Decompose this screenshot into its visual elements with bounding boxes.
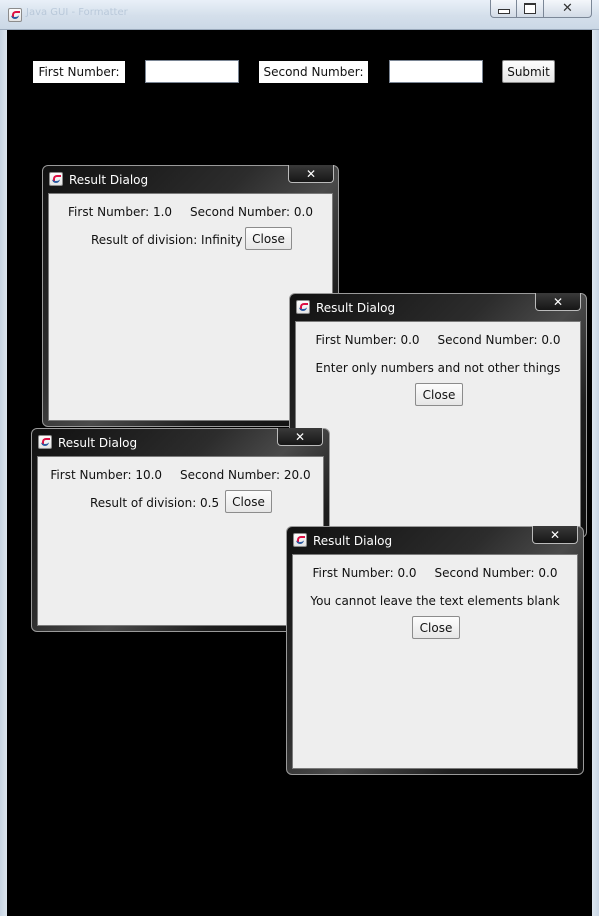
- window-title: Java GUI - Formatter: [26, 7, 128, 18]
- result-text: Result of division: 0.5: [90, 496, 220, 510]
- maximize-icon: [524, 3, 536, 14]
- window-close-button[interactable]: ✕: [544, 0, 592, 18]
- dialog-close-x-button[interactable]: ✕: [277, 428, 323, 446]
- close-button[interactable]: Close: [225, 490, 272, 513]
- first-number-text: First Number: 1.0: [68, 205, 173, 219]
- second-number-label: Second Number:: [259, 61, 368, 83]
- second-number-text: Second Number: 0.0: [434, 566, 558, 580]
- java-app-icon: [49, 172, 63, 186]
- window-controls: ✕: [490, 0, 592, 20]
- dialog-close-x-button[interactable]: ✕: [288, 165, 334, 183]
- second-number-text: Second Number: 20.0: [180, 468, 311, 482]
- dialog-title: Result Dialog: [316, 301, 396, 315]
- close-icon: ✕: [294, 429, 306, 444]
- error-message: Enter only numbers and not other things: [315, 361, 561, 375]
- dialog-content: First Number: 0.0 Second Number: 0.0 You …: [292, 554, 578, 769]
- submit-button[interactable]: Submit: [502, 60, 555, 83]
- close-icon: ✕: [305, 166, 317, 181]
- java-app-icon: [8, 8, 22, 22]
- second-number-text: Second Number: 0.0: [437, 333, 561, 347]
- first-number-label: First Number:: [33, 61, 125, 83]
- dialog-title: Result Dialog: [69, 173, 149, 187]
- java-app-icon: [293, 533, 307, 547]
- close-button[interactable]: Close: [415, 383, 463, 406]
- second-number-text: Second Number: 0.0: [190, 205, 313, 219]
- result-text: Result of division: Infinity: [91, 233, 243, 247]
- dialog-numbers-row: First Number: 10.0 Second Number: 20.0: [38, 468, 323, 482]
- dialog-title: Result Dialog: [58, 436, 138, 450]
- dialog-content: First Number: 10.0 Second Number: 20.0 Re…: [37, 456, 324, 626]
- dialog-numbers-row: First Number: 0.0 Second Number: 0.0: [296, 333, 580, 347]
- window-frame-left: [0, 30, 7, 916]
- java-app-icon: [38, 435, 52, 449]
- first-number-text: First Number: 0.0: [315, 333, 420, 347]
- minimize-button[interactable]: [490, 0, 517, 18]
- close-icon: ✕: [549, 527, 561, 542]
- first-number-text: First Number: 0.0: [312, 566, 417, 580]
- close-button[interactable]: Close: [412, 616, 460, 639]
- close-button[interactable]: Close: [245, 227, 292, 250]
- close-icon: ✕: [562, 1, 573, 16]
- second-number-input[interactable]: [389, 60, 483, 83]
- result-dialog-invalid-input[interactable]: Result Dialog ✕ First Number: 0.0 Second …: [289, 293, 587, 538]
- window-titlebar[interactable]: Java GUI - Formatter ✕: [0, 0, 599, 30]
- dialog-close-x-button[interactable]: ✕: [535, 293, 581, 311]
- maximize-button[interactable]: [517, 0, 544, 18]
- result-dialog-blank-input[interactable]: Result Dialog ✕ First Number: 0.0 Second …: [286, 526, 584, 775]
- error-message: You cannot leave the text elements blank: [310, 594, 560, 608]
- dialog-content: First Number: 0.0 Second Number: 0.0 Ente…: [295, 321, 581, 532]
- close-icon: ✕: [552, 294, 564, 309]
- dialog-numbers-row: First Number: 0.0 Second Number: 0.0: [293, 566, 577, 580]
- dialog-numbers-row: First Number: 1.0 Second Number: 0.0: [49, 205, 332, 219]
- minimize-icon: [497, 9, 510, 14]
- window-frame-right: [592, 30, 599, 916]
- dialog-close-x-button[interactable]: ✕: [532, 526, 578, 544]
- first-number-text: First Number: 10.0: [50, 468, 163, 482]
- dialog-title: Result Dialog: [313, 534, 393, 548]
- java-app-icon: [296, 300, 310, 314]
- first-number-input[interactable]: [145, 60, 239, 83]
